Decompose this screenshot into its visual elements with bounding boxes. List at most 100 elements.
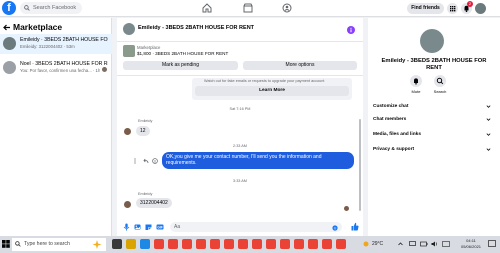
weather-temperature[interactable]: 29°C: [372, 241, 383, 247]
search-icon: [24, 5, 30, 11]
chrome-browser-icon[interactable]: [154, 239, 164, 249]
facebook-logo[interactable]: f: [2, 1, 16, 15]
avatar: [3, 61, 16, 74]
media-files-links-menu[interactable]: Media, files and links: [373, 132, 495, 137]
microphone-icon[interactable]: [123, 223, 130, 231]
chevron-down-icon: [486, 132, 491, 137]
notification-badge: 2: [467, 1, 473, 7]
menu-label: Privacy & support: [373, 147, 415, 152]
clock-date: 05/06/2021: [461, 243, 482, 249]
warning-text: Watch out for fake emails or requests to…: [204, 79, 325, 83]
chrome-browser-icon[interactable]: [224, 239, 234, 249]
chrome-browser-icon[interactable]: [308, 239, 318, 249]
chrome-browser-icon[interactable]: [252, 239, 262, 249]
chevron-down-icon: [486, 117, 491, 122]
emoji-icon[interactable]: [332, 225, 338, 231]
search-label: Search: [433, 89, 447, 94]
gif-icon[interactable]: GIF: [156, 223, 164, 231]
groups-icon[interactable]: [282, 3, 292, 13]
safety-warning-card: Watch out for fake emails or requests to…: [192, 78, 352, 100]
windows-start-icon[interactable]: [2, 240, 10, 248]
sender-name: Emileidy: [138, 192, 153, 196]
privacy-support-menu[interactable]: Privacy & support: [373, 147, 495, 152]
mark-as-pending-button[interactable]: Mark as pending: [123, 61, 238, 70]
avatar[interactable]: [123, 23, 135, 35]
chrome-browser-icon[interactable]: [294, 239, 304, 249]
taskbar-search-input[interactable]: Type here to search: [12, 238, 106, 251]
search-icon: [15, 241, 21, 247]
conversation-details-panel: Emileidy - 3BEDS 2BATH HOUSE FOR RENT Mu…: [368, 18, 500, 236]
info-icon[interactable]: [347, 26, 355, 34]
more-options-button[interactable]: More options: [243, 61, 357, 70]
message-composer: GIF Aa: [117, 219, 363, 236]
chrome-browser-icon[interactable]: [238, 239, 248, 249]
chevron-up-icon[interactable]: [398, 242, 403, 246]
menu-grid-icon[interactable]: [447, 3, 458, 14]
weather-icon[interactable]: [362, 240, 370, 248]
volume-icon[interactable]: [431, 241, 438, 247]
chrome-browser-icon[interactable]: [182, 239, 192, 249]
listing-banner: Marketplace $1,800 · 3BEDS 2BATH HOUSE F…: [117, 42, 363, 76]
image-icon[interactable]: [134, 223, 141, 231]
search-placeholder: Search Facebook: [33, 5, 77, 11]
react-icon[interactable]: [152, 158, 158, 164]
page-title: Marketplace: [13, 22, 63, 32]
sender-name: Emileidy: [138, 119, 153, 123]
chat-name: Noel · 3BEDS 2BATH HOUSE FOR RENT: [20, 61, 108, 67]
marketplace-chats-panel: Marketplace Emileidy · 3BEDS 2BATH HOUSE…: [0, 18, 112, 236]
chrome-browser-icon[interactable]: [336, 239, 346, 249]
chat-preview: Emileidy: 3122004402 · 53m: [20, 44, 75, 49]
incoming-message[interactable]: 12: [136, 126, 150, 136]
chat-members-menu[interactable]: Chat members: [373, 117, 495, 122]
chat-list-item[interactable]: Noel · 3BEDS 2BATH HOUSE FOR RENT You: P…: [0, 58, 112, 78]
timestamp: 3:33 AM: [233, 179, 247, 183]
reply-icon[interactable]: [143, 158, 149, 164]
chat-preview: You: Por favor, confirmen una fecha... ·…: [20, 68, 100, 73]
chat-name: Emileidy · 3BEDS 2BATH HOUSE FOR RENT: [20, 37, 108, 43]
search-icon[interactable]: [434, 75, 446, 87]
menu-label: Media, files and links: [373, 132, 421, 137]
keyboard-icon[interactable]: [442, 241, 450, 247]
chat-list-item[interactable]: Emileidy · 3BEDS 2BATH HOUSE FOR RENT Em…: [0, 34, 112, 54]
chrome-browser-icon[interactable]: [210, 239, 220, 249]
notification-center-icon[interactable]: [488, 240, 496, 248]
avatar[interactable]: [420, 29, 444, 53]
conversation-panel: Emileidy - 3BEDS 2BATH HOUSE FOR RENT Ma…: [117, 18, 363, 236]
chrome-browser-icon[interactable]: [266, 239, 276, 249]
sticker-icon[interactable]: [145, 223, 152, 231]
search-facebook-input[interactable]: Search Facebook: [20, 2, 82, 14]
taskbar-search-placeholder: Type here to search: [24, 241, 70, 247]
listing-thumbnail[interactable]: [123, 45, 135, 57]
read-receipt-avatar: [102, 67, 107, 72]
customize-chat-menu[interactable]: Customize chat: [373, 104, 495, 109]
marketplace-icon[interactable]: [243, 3, 253, 13]
file-explorer-icon[interactable]: [126, 239, 136, 249]
battery-icon[interactable]: [420, 241, 428, 247]
menu-label: Customize chat: [373, 104, 409, 109]
task-view-icon[interactable]: [112, 239, 122, 249]
avatar: [124, 201, 131, 208]
listing-title[interactable]: $1,800 · 3BEDS 2BATH HOUSE FOR RENT: [137, 51, 228, 56]
scrollbar[interactable]: [359, 119, 361, 211]
chrome-browser-icon[interactable]: [322, 239, 332, 249]
incoming-message[interactable]: 3122004402: [136, 198, 172, 208]
chevron-down-icon: [486, 147, 491, 152]
find-friends-button[interactable]: Find friends: [407, 3, 444, 14]
conversation-title[interactable]: Emileidy - 3BEDS 2BATH HOUSE FOR RENT: [138, 25, 254, 31]
network-icon[interactable]: [409, 241, 416, 247]
chrome-browser-icon[interactable]: [280, 239, 290, 249]
system-clock[interactable]: 04:11 05/06/2021: [461, 238, 481, 249]
outgoing-message[interactable]: OK,you give me your contact number, I'll…: [162, 152, 354, 169]
account-avatar[interactable]: [475, 3, 486, 14]
more-actions-icon[interactable]: [134, 158, 136, 164]
windows-taskbar: Type here to search 29°C 04:11 05/06/202…: [0, 236, 500, 253]
chrome-browser-icon[interactable]: [196, 239, 206, 249]
message-input[interactable]: Aa: [170, 222, 342, 232]
thumbs-up-icon[interactable]: [351, 222, 359, 231]
mute-bell-icon[interactable]: [410, 75, 422, 87]
learn-more-button[interactable]: Learn More: [195, 86, 349, 96]
chrome-browser-icon[interactable]: [168, 239, 178, 249]
home-icon[interactable]: [202, 3, 212, 13]
edge-browser-icon[interactable]: [140, 239, 150, 249]
back-arrow-icon[interactable]: [3, 24, 11, 31]
